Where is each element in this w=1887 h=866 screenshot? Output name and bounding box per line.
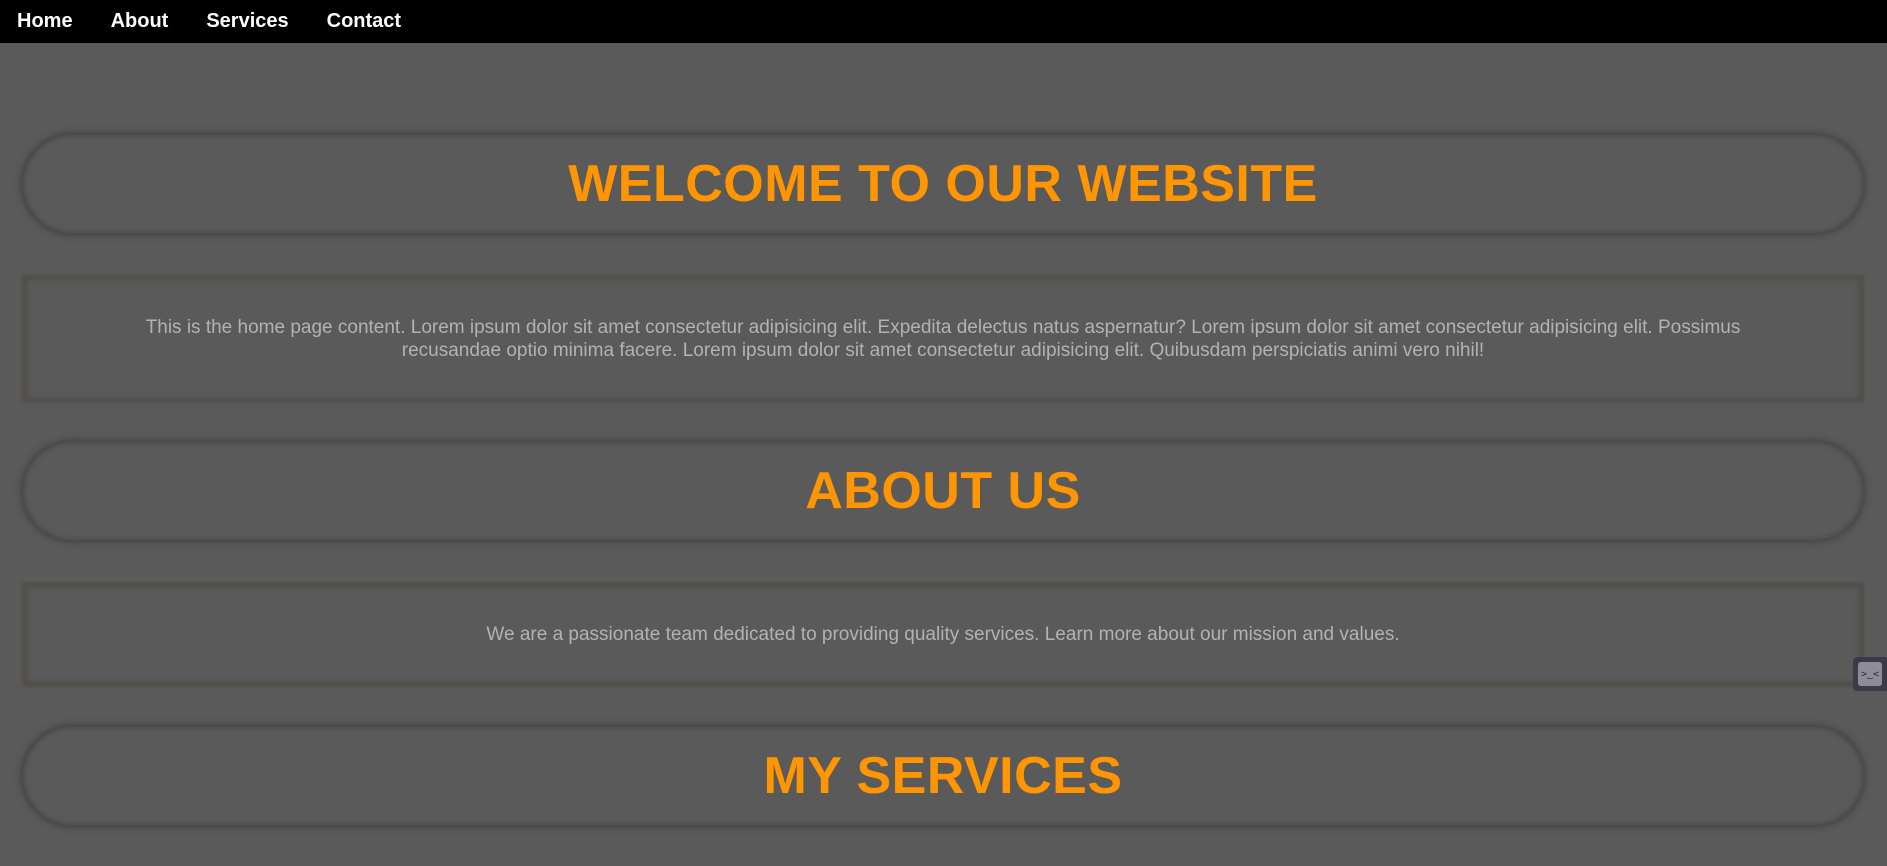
nav-link-services[interactable]: Services xyxy=(206,10,288,33)
nav-link-contact[interactable]: Contact xyxy=(327,10,401,33)
top-navbar: Home About Services Contact xyxy=(0,0,1887,43)
nav-link-about[interactable]: About xyxy=(111,10,169,33)
nav-link-home[interactable]: Home xyxy=(17,10,73,33)
welcome-content-box: This is the home page content. Lorem ips… xyxy=(23,276,1863,402)
about-content-box: We are a passionate team dedicated to pr… xyxy=(23,583,1863,686)
welcome-header-box: WELCOME TO OUR WEBSITE xyxy=(23,135,1863,233)
about-title: ABOUT US xyxy=(805,462,1081,520)
services-title: MY SERVICES xyxy=(763,747,1123,805)
services-header-box: MY SERVICES xyxy=(23,727,1863,825)
about-header-box: ABOUT US xyxy=(23,442,1863,540)
about-text: We are a passionate team dedicated to pr… xyxy=(486,624,1400,645)
welcome-text: This is the home page content. Lorem ips… xyxy=(145,317,1741,361)
welcome-title: WELCOME TO OUR WEBSITE xyxy=(568,155,1318,213)
extension-widget-button[interactable]: >‿< xyxy=(1853,657,1887,691)
extension-icon: >‿< xyxy=(1858,662,1882,686)
